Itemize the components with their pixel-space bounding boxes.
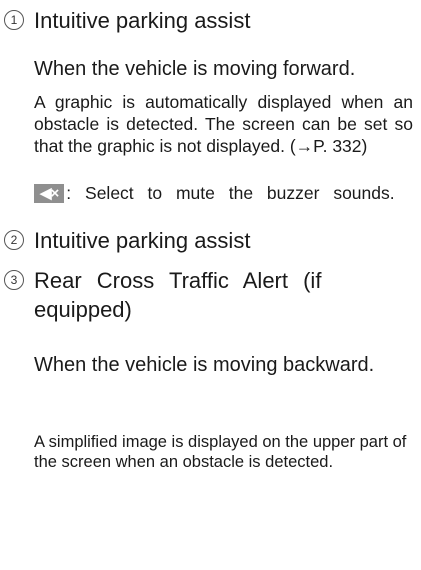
graphic-description: A graphic is automatically displayed whe… [34, 91, 413, 157]
mute-instruction: ◀×: Select to mute the buzzer sounds. [34, 182, 413, 204]
list-item-1: 1 Intuitive parking assist [4, 6, 250, 35]
simplified-image-description: A simplified image is displayed on the u… [34, 433, 407, 471]
mute-instruction-text: : Select to mute the buzzer sounds. [66, 183, 395, 203]
item-title: Intuitive parking assist [34, 228, 251, 253]
item-number-badge: 3 [4, 270, 24, 290]
backward-condition-text: When the vehicle is moving backward. [34, 354, 375, 376]
item-title: Intuitive parking assist [34, 8, 251, 33]
item-title: Rear Cross Traffic Alert (if equipped) [34, 268, 322, 322]
list-item-2: 2 Intuitive parking assist [4, 226, 250, 255]
item-number-badge: 1 [4, 10, 24, 30]
forward-condition-text: When the vehicle is moving forward. [34, 58, 356, 80]
list-item-3: 3 Rear Cross Traffic Alert (if equipped) [4, 266, 413, 324]
mute-speaker-icon: ◀× [34, 184, 65, 203]
graphic-description-text: A graphic is automatically displayed whe… [34, 92, 413, 156]
item-number-badge: 2 [4, 230, 24, 250]
